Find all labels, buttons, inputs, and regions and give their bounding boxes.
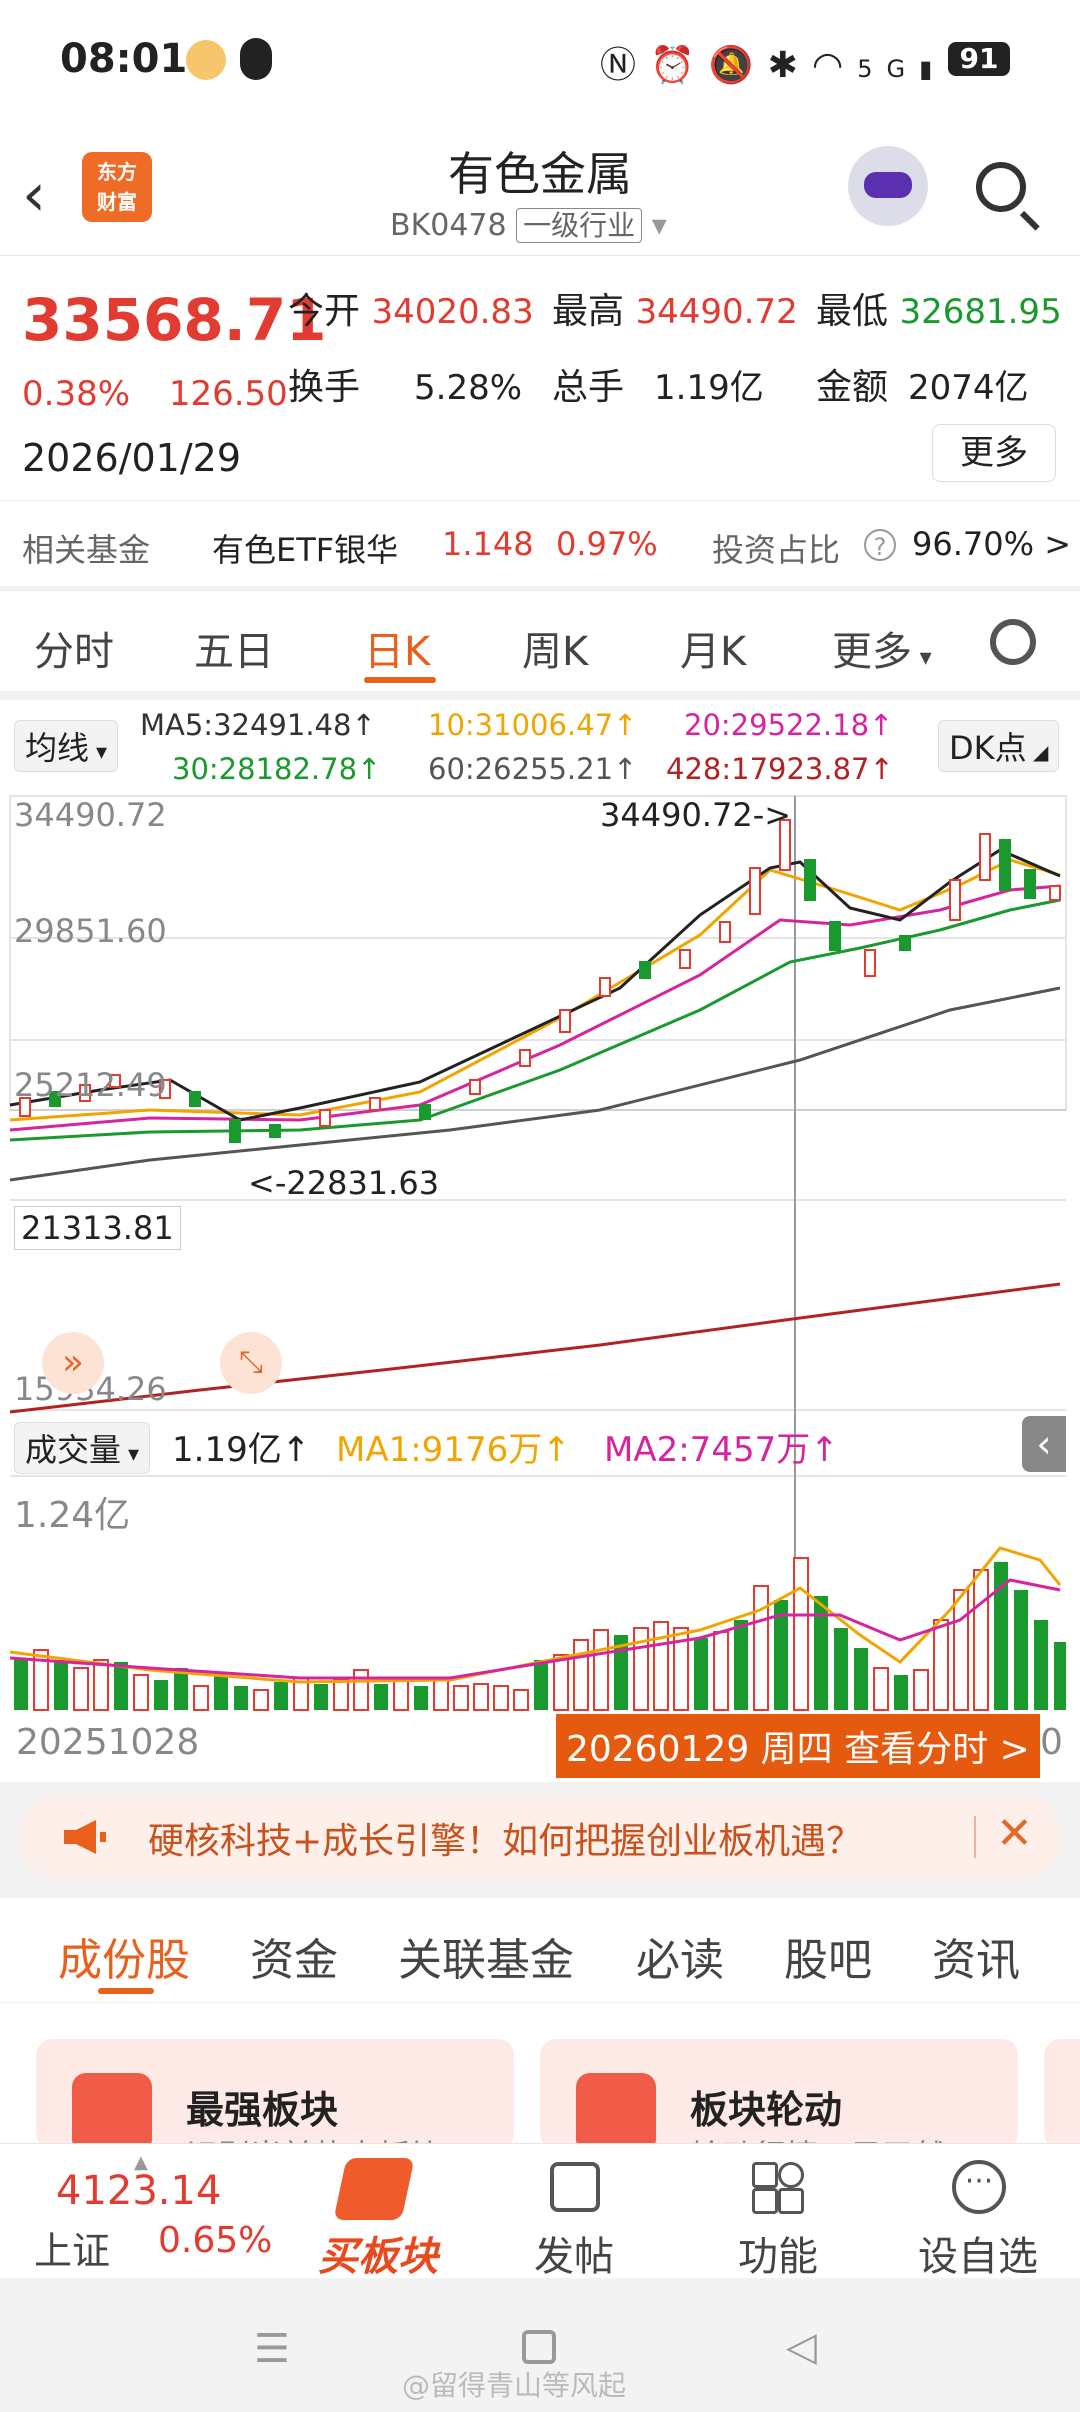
back-nav-icon[interactable]: ◁	[786, 2324, 817, 2370]
card-sector-rotation[interactable]: 板块轮动 轮动行情一目了然	[540, 2039, 1018, 2143]
collapse-arrow-icon[interactable]: ‹	[1022, 1416, 1066, 1472]
quote-date: 2026/01/29	[22, 436, 242, 480]
watermark: @留得青山等风起	[402, 2369, 627, 2402]
sector-code[interactable]: BK0478 一级行业 ▾	[390, 204, 667, 244]
card-partial[interactable]	[1044, 2039, 1080, 2143]
caret-up-icon: ▲	[134, 2152, 148, 2173]
tab-news[interactable]: 资讯	[932, 1924, 1020, 1988]
help-icon[interactable]: ?	[864, 529, 896, 561]
volume-selector[interactable]: 成交量 ▾	[14, 1422, 151, 1474]
y-label-3: 25212.49	[14, 1066, 167, 1104]
double-arrow-right-icon[interactable]: »	[42, 1332, 104, 1394]
low-stat: 最低 32681.95	[816, 291, 1062, 332]
candles	[19, 819, 1061, 1143]
high-marker: 34490.72->	[600, 796, 792, 834]
section-tabs: 成份股 资金 关联基金 必读 股吧 资讯	[0, 1898, 1080, 2003]
volume-ma2: MA2:7457万↑	[604, 1430, 839, 1470]
low-marker: <-22831.63	[248, 1164, 440, 1202]
tab-constituents[interactable]: 成份股	[58, 1924, 190, 1988]
add-watchlist-button[interactable]: 设自选	[918, 2224, 1038, 2282]
more-dots-icon[interactable]: ···	[952, 2160, 1006, 2214]
search-icon[interactable]	[976, 162, 1026, 212]
close-icon[interactable]: ✕	[996, 1808, 1033, 1859]
last-price: 33568.71	[22, 286, 327, 354]
index-name: 上证	[34, 2229, 111, 2273]
period-tabs: 分时 五日 日K 周K 月K 更多 ▾	[0, 590, 1080, 691]
active-section-underline	[98, 1988, 154, 1994]
promo-banner[interactable]: 硬核科技+成长引擎！如何把握创业板机遇？ ✕	[18, 1794, 1062, 1880]
buy-sector-button[interactable]: 买板块	[318, 2224, 438, 2282]
assistant-robot-icon[interactable]	[848, 146, 928, 226]
system-icons: Ⓝ⏰🔕✱◠5G▮	[600, 36, 946, 88]
turnover-stat: 换手 5.28%	[288, 367, 523, 408]
gear-icon[interactable]	[990, 619, 1036, 665]
chart-board-icon	[72, 2073, 152, 2143]
amount-stat: 金额 2074亿	[816, 367, 1029, 408]
function-button[interactable]: 功能	[738, 2224, 818, 2282]
y-label-2: 29851.60	[14, 912, 167, 950]
wifi-icon: ◠	[811, 45, 858, 86]
tab-5day[interactable]: 五日	[194, 619, 274, 677]
volume-value: 1.19亿↑	[172, 1430, 311, 1470]
view-intraday-tooltip[interactable]: 20260129 周四 查看分时 >	[556, 1714, 1040, 1778]
high-stat: 最高 34490.72	[552, 291, 798, 332]
system-nav-bar: ☰ ◁ @留得青山等风起	[0, 2278, 1080, 2412]
tab-more[interactable]: 更多 ▾	[832, 619, 932, 677]
card-strongest-sector[interactable]: 最强板块 识别当前热点板块	[36, 2039, 514, 2143]
nfc-icon: Ⓝ	[600, 45, 651, 86]
tab-capital[interactable]: 资金	[250, 1924, 338, 1988]
menu-icon[interactable]: ☰	[254, 2326, 290, 2372]
mute-icon: 🔕	[708, 45, 768, 86]
banner-text: 硬核科技+成长引擎！如何把握创业板机遇？	[148, 1821, 863, 1862]
more-button[interactable]: 更多	[932, 424, 1056, 482]
rotation-icon	[576, 2073, 656, 2143]
price-change: 0.38% 126.50	[22, 374, 288, 414]
status-time: 08:01	[60, 36, 188, 82]
post-icon[interactable]	[550, 2162, 600, 2212]
kline-chart-area[interactable]: 均线 ▾ MA5:32491.48↑ 10:31006.47↑ 20:29522…	[0, 700, 1080, 1782]
tab-related-funds[interactable]: 关联基金	[398, 1924, 574, 1988]
megaphone-icon	[64, 1820, 106, 1854]
penguin-icon	[240, 38, 272, 80]
index-pct: 0.65%	[158, 2220, 273, 2261]
post-button[interactable]: 发帖	[534, 2224, 614, 2282]
volume-stat: 总手 1.19亿	[552, 367, 764, 408]
function-grid-icon[interactable]	[752, 2162, 804, 2214]
chevron-down-icon: ▾	[651, 208, 667, 243]
tab-daily-k[interactable]: 日K	[364, 619, 430, 677]
volume-ma1: MA1:9176万↑	[336, 1430, 571, 1470]
bottom-toolbar: 4123.14 ▲ 上证 0.65% 买板块 发帖 功能 ··· 设自选	[0, 2143, 1080, 2282]
alarm-icon: ⏰	[650, 45, 709, 86]
home-icon[interactable]	[522, 2330, 556, 2364]
industry-tag: 一级行业	[516, 208, 643, 243]
feature-cards: 最强板块 识别当前热点板块 板块轮动 轮动行情一目了然	[0, 2003, 1080, 2143]
related-fund-row[interactable]: 相关基金 有色ETF银华 1.148 0.97% 投资占比 ? 96.70% >	[0, 500, 1080, 585]
battery-icon: 91	[948, 42, 1010, 76]
y-label-top: 34490.72	[14, 796, 167, 834]
volume-bars	[14, 1557, 1066, 1711]
bluetooth-icon: ✱	[767, 45, 812, 86]
signal-icon: 5G▮	[857, 55, 947, 83]
volume-max-label: 1.24亿	[14, 1495, 131, 1536]
expand-icon[interactable]: ⤡	[220, 1332, 282, 1394]
buy-sector-icon[interactable]	[333, 2158, 415, 2220]
end-date-label: 0	[1040, 1722, 1063, 1763]
status-bar: 08:01 Ⓝ⏰🔕✱◠5G▮ 91	[0, 0, 1080, 120]
app-notification-icon	[186, 40, 226, 80]
crosshair-price-label: 21313.81	[14, 1206, 181, 1250]
index-value[interactable]: 4123.14	[56, 2168, 221, 2214]
start-date-label: 20251028	[16, 1722, 200, 1763]
tab-weekly-k[interactable]: 周K	[522, 619, 588, 677]
tab-forum[interactable]: 股吧	[784, 1924, 872, 1988]
header: ‹ 东方 财富 有色金属 BK0478 一级行业 ▾	[0, 120, 1080, 256]
open-stat: 今开 34020.83	[288, 291, 534, 332]
tab-intraday[interactable]: 分时	[34, 619, 114, 677]
active-tab-underline	[364, 677, 436, 683]
tab-must-read[interactable]: 必读	[636, 1924, 724, 1988]
tab-monthly-k[interactable]: 月K	[680, 619, 746, 677]
